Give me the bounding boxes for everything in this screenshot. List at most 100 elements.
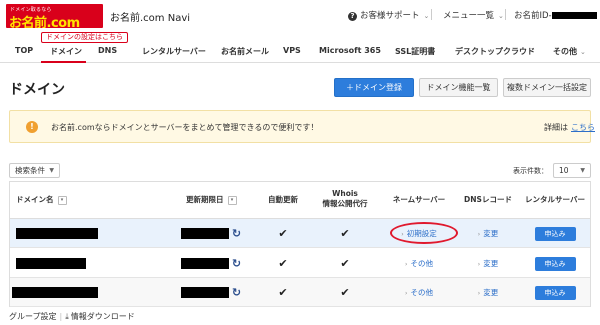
support-menu[interactable]: ? お客様サポート ⌄ [348,9,429,21]
domain-table: ドメイン名 ▾ 更新期限日 ▾ 自動更新 Whois 情報公開代行 ネームサーバー … [9,181,591,307]
nav-item-dns[interactable]: DNS [98,46,117,55]
chevron-right-icon: › [405,290,408,297]
domain-tooltip: ドメインの設定はこちら [41,32,128,43]
search-condition-dropdown[interactable]: 検索条件 ▼ [9,163,60,178]
domain-functions-button[interactable]: ドメイン機能一覧 [419,78,498,97]
header-divider [505,9,506,20]
th-whois: Whois 情報公開代行 [316,189,374,209]
nav-item-ssl[interactable]: SSL証明書 [395,46,435,57]
auto-renew-cell: ✔ [257,249,309,278]
dns-change-link[interactable]: › 変更 [478,258,498,269]
support-label: お客様サポート [360,11,420,21]
nameserver-link[interactable]: › その他 [405,287,433,298]
redacted-domain [16,228,98,239]
chevron-right-icon: › [477,231,481,238]
add-domain-button[interactable]: ＋ドメイン登録 [334,78,414,97]
check-icon: ✔ [340,286,350,299]
rental-server-cell: 申込み [523,278,587,307]
notice-detail-prefix: 詳細は [544,123,568,132]
check-icon: ✔ [278,257,288,270]
header-divider [431,9,432,20]
chevron-right-icon: › [477,261,481,268]
download-label: 情報ダウンロード [70,312,135,321]
apply-button[interactable]: 申込み [534,226,576,241]
th-dns-record: DNSレコード [464,195,512,204]
chevron-down-icon: ▼ [580,167,585,174]
notice-detail: 詳細は こちら [544,122,595,133]
user-id-menu[interactable]: お名前ID- [514,9,597,21]
logo-text: お名前.com [9,16,80,28]
rental-server-cell: 申込み [523,249,587,278]
redacted-domain [16,258,86,269]
group-settings-link[interactable]: グループ設定 [9,312,57,321]
nameserver-value: その他 [410,259,433,268]
nameserver-cell: › その他 [387,278,451,307]
dns-record-cell: › 変更 [459,249,517,278]
nav-item-vps[interactable]: VPS [283,46,301,55]
dns-change-link[interactable]: › 変更 [478,228,498,239]
th-nameserver: ネームサーバー [392,195,446,204]
apply-button[interactable]: 申込み [534,256,576,271]
th-domain-label: ドメイン名 [16,195,54,204]
chevron-down-icon: ⌄ [498,12,504,20]
apply-button[interactable]: 申込み [534,285,576,300]
per-page-select[interactable]: 10 ▼ [553,163,591,178]
nav-active-indicator [41,61,86,63]
nameserver-link[interactable]: › その他 [405,258,433,269]
auto-renew-cell: ✔ [257,278,309,307]
th-expiry: 更新期限日 ▾ [186,195,237,205]
check-icon: ✔ [340,257,350,270]
dns-record-cell: › 変更 [459,219,517,248]
sort-icon[interactable]: ▾ [57,195,67,205]
bulk-settings-button[interactable]: 複数ドメイン一括設定 [503,78,591,97]
nav-item-microsoft-365[interactable]: Microsoft 365 [319,46,381,55]
chevron-down-icon: ⌄ [423,12,430,20]
table-footer: グループ設定 | ⤓ 情報ダウンロード [9,311,135,322]
th-expiry-label: 更新期限日 [186,195,224,204]
dns-record-value: 変更 [483,259,499,268]
search-condition-label: 検索条件 [15,166,45,175]
nav-item-other[interactable]: その他 ⌄ [553,46,586,57]
renew-icon[interactable]: ↻ [232,227,241,240]
exclamation-icon: ! [26,121,38,133]
per-page-value: 10 [559,166,569,175]
table-row: ↻ ✔ ✔ › その他 › 変更 申込み [10,249,590,278]
annotation-circle [390,222,458,244]
download-link[interactable]: ⤓ 情報ダウンロード [65,312,135,321]
chevron-right-icon: › [477,290,481,297]
domain-name-cell [16,249,106,278]
th-domain-name: ドメイン名 ▾ [16,195,67,205]
nav-item-desktop-cloud[interactable]: デスクトップクラウド [455,46,535,57]
th-whois-line2: 情報公開代行 [322,199,368,208]
notice-detail-link[interactable]: こちら [571,123,595,132]
renew-icon[interactable]: ↻ [232,257,241,270]
whois-cell: ✔ [316,219,374,248]
th-whois-line1: Whois [332,189,358,198]
th-auto-renew: 自動更新 [268,195,298,204]
nav-item-top[interactable]: TOP [15,46,33,55]
renew-icon[interactable]: ↻ [232,286,241,299]
nav-item-domain[interactable]: ドメイン [50,46,82,57]
check-icon: ✔ [278,227,288,240]
th-rental-server: レンタルサーバー [525,195,585,204]
chevron-down-icon: ⌄ [580,48,586,56]
nav-item-rental-server[interactable]: レンタルサーバー [142,46,206,57]
menu-list[interactable]: メニュー一覧 ⌄ [443,9,504,21]
table-row: ↻ ✔ ✔ › その他 › 変更 申込み [10,278,590,307]
app-title: お名前.com Navi [110,13,191,24]
per-page-label: 表示件数： [513,167,548,175]
onamae-logo[interactable]: ドメイン取るなら お名前.com [6,4,103,28]
table-header: ドメイン名 ▾ 更新期限日 ▾ 自動更新 Whois 情報公開代行 ネームサーバー … [10,182,590,219]
dns-change-link[interactable]: › 変更 [478,287,498,298]
nav-item-onamae-mail[interactable]: お名前メール [221,46,269,57]
whois-cell: ✔ [316,278,374,307]
check-icon: ✔ [340,227,350,240]
sort-icon[interactable]: ▾ [227,195,237,205]
domain-name-cell [12,278,106,307]
notice-text: お名前.comならドメインとサーバーをまとめて管理できるので便利です！ [51,123,319,132]
redacted-expiry [180,228,229,239]
expiry-cell: ↻ [178,249,244,278]
auto-renew-cell: ✔ [257,219,309,248]
footer-divider: | [59,312,63,321]
redacted-domain [12,287,98,298]
